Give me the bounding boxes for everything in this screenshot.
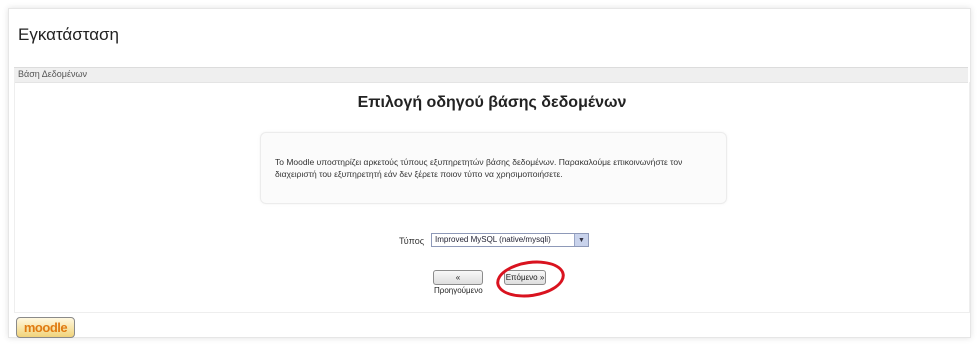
breadcrumb-bar: Βάση Δεδομένων (14, 67, 968, 83)
chevron-down-icon[interactable]: ▼ (574, 234, 588, 246)
moodle-logo[interactable]: moodle (16, 317, 75, 338)
previous-button[interactable]: « Προηγούμενο (433, 270, 483, 295)
database-type-select[interactable]: Improved MySQL (native/mysqli) ▼ (431, 233, 589, 247)
section-heading: Επιλογή οδηγού βάσης δεδομένων (357, 94, 627, 111)
breadcrumb: Βάση Δεδομένων (18, 69, 88, 79)
highlight-annotation-ellipse (493, 256, 568, 302)
page-title: Εγκατάσταση (18, 25, 120, 44)
type-label: Τύπος (399, 236, 425, 246)
info-text: Το Moodle υποστηρίζει αρκετούς τύπους εξ… (275, 157, 683, 179)
database-type-select-value: Improved MySQL (native/mysqli) (435, 235, 551, 244)
info-box: Το Moodle υποστηρίζει αρκετούς τύπους εξ… (260, 132, 727, 204)
main-content: Επιλογή οδηγού βάσης δεδομένων Το Moodle… (14, 82, 970, 313)
